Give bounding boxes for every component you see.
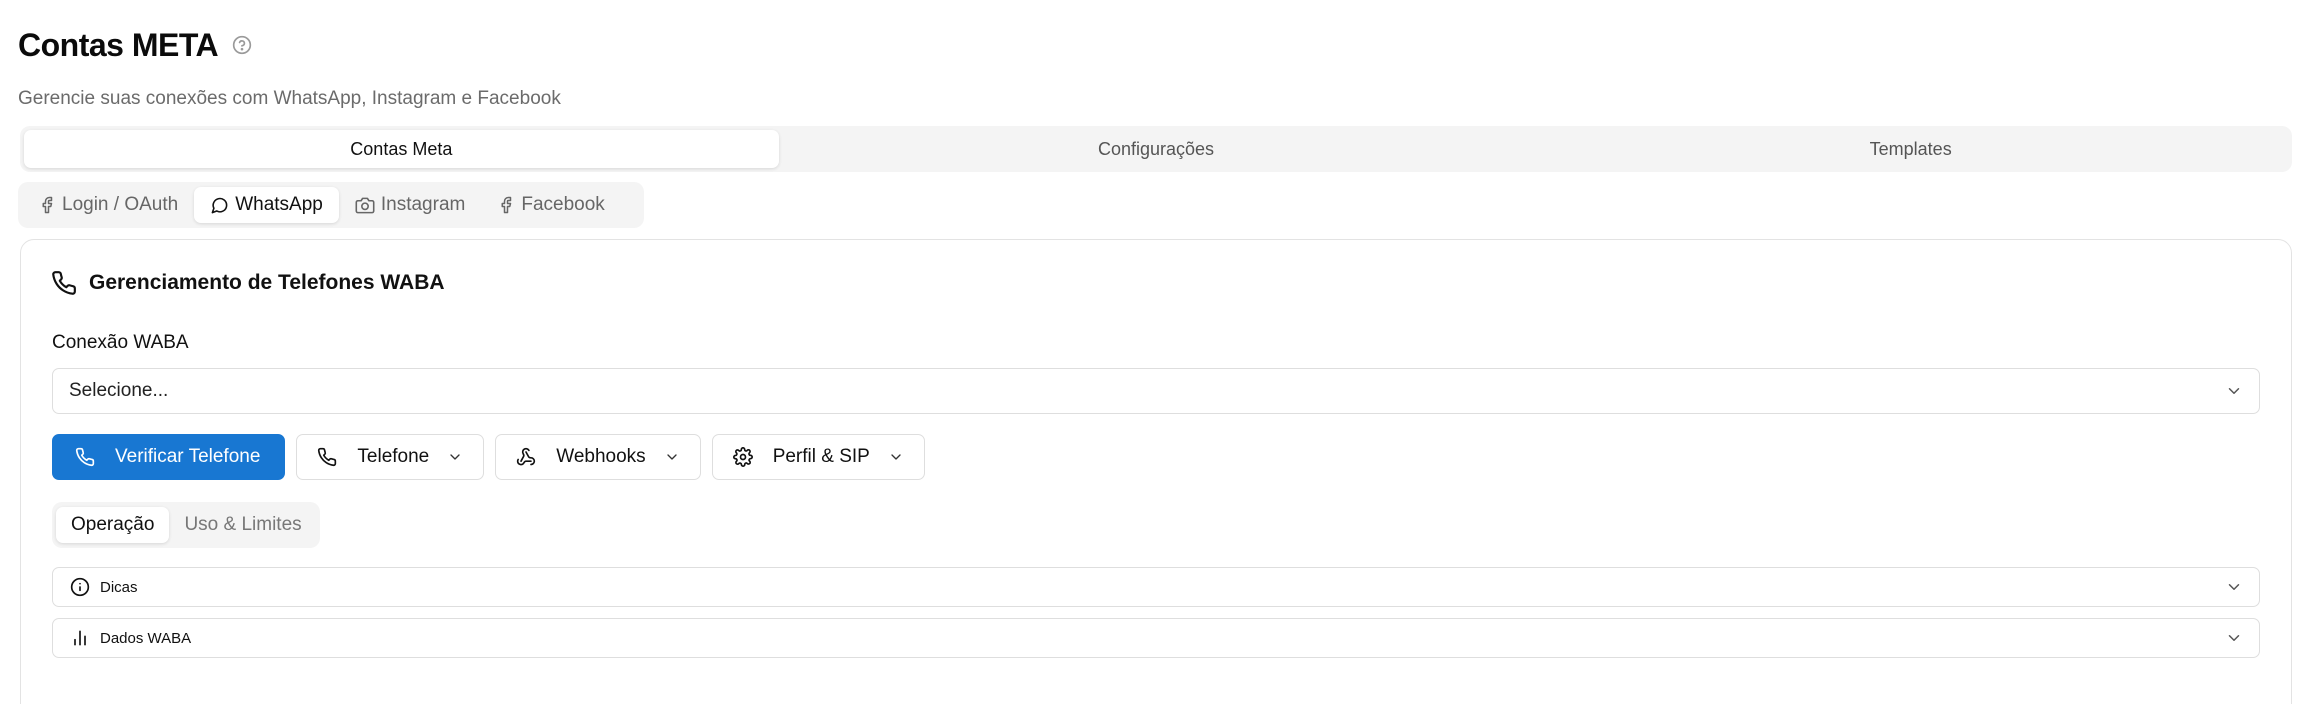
phone-icon [75, 447, 95, 467]
phone-menu-label: Telefone [357, 446, 430, 467]
waba-phones-card: Gerenciamento de Telefones WABA Conexão … [20, 239, 2292, 704]
profile-sip-menu-label: Perfil & SIP [772, 446, 870, 467]
tab-contas-meta[interactable]: Contas Meta [24, 130, 779, 168]
accordion-dicas-label: Dicas [100, 578, 138, 596]
message-circle-icon [211, 197, 228, 213]
tab-facebook-label: Facebook [521, 194, 605, 215]
gear-icon [732, 447, 753, 467]
profile-sip-menu-button[interactable]: Perfil & SIP [711, 434, 925, 480]
waba-connection-select[interactable]: Selecione... [52, 368, 2260, 414]
verify-phone-button[interactable]: Verificar Telefone [52, 434, 286, 480]
verify-phone-label: Verificar Telefone [115, 446, 261, 467]
accordion-dicas[interactable]: Dicas [52, 567, 2260, 607]
waba-connection-label: Conexão WABA [52, 332, 189, 353]
help-circle-icon[interactable] [232, 35, 252, 55]
chevron-down-icon [2228, 388, 2240, 394]
tab-login-oauth-label: Login / OAuth [62, 194, 179, 215]
facebook-icon [501, 196, 512, 214]
tab-configuracoes[interactable]: Configurações [779, 130, 1534, 168]
tab-facebook[interactable]: Facebook [481, 187, 620, 223]
phone-menu-button[interactable]: Telefone [296, 434, 485, 480]
card-title-text: Gerenciamento de Telefones WABA [89, 271, 445, 294]
page-header: Contas META Gerencie suas conexões com W… [18, 24, 1218, 110]
tab-whatsapp-label: WhatsApp [235, 194, 323, 215]
chevron-down-icon [2228, 635, 2240, 641]
accordion-dados-waba[interactable]: Dados WABA [52, 618, 2260, 658]
tab-uso-limites[interactable]: Uso & Limites [169, 507, 316, 543]
card-title: Gerenciamento de Telefones WABA [51, 270, 445, 296]
facebook-icon [42, 196, 53, 214]
tab-instagram-label: Instagram [380, 194, 466, 215]
tab-whatsapp[interactable]: WhatsApp [194, 187, 339, 223]
waba-connection-value: Selecione... [69, 380, 169, 401]
tab-instagram[interactable]: Instagram [339, 187, 481, 223]
chevron-down-icon [2228, 584, 2240, 590]
tab-operacao[interactable]: Operação [56, 507, 170, 543]
bar-chart-icon [74, 630, 86, 646]
tab-templates[interactable]: Templates [1533, 130, 2288, 168]
channel-tab-bar: Login / OAuth WhatsApp Instagram Faceboo… [18, 182, 644, 228]
chevron-down-icon [667, 454, 677, 460]
camera-icon [355, 197, 375, 213]
webhooks-menu-label: Webhooks [556, 446, 646, 467]
action-bar: Verificar Telefone Telefone Webhooks Per… [52, 434, 925, 480]
page-title: Contas META [18, 26, 219, 63]
chevron-down-icon [891, 454, 901, 460]
title-row: Contas META [18, 24, 1218, 66]
webhook-icon [517, 447, 536, 466]
accordion-dados-waba-label: Dados WABA [100, 629, 192, 647]
tab-login-oauth[interactable]: Login / OAuth [22, 187, 194, 223]
accordion-dicas-header: Dicas [70, 577, 138, 597]
page-subtitle: Gerencie suas conexões com WhatsApp, Ins… [18, 88, 561, 109]
webhooks-menu-button[interactable]: Webhooks [495, 434, 701, 480]
phone-icon [52, 271, 76, 295]
main-tab-bar: Contas Meta Configurações Templates [20, 126, 2292, 172]
chevron-down-icon [450, 454, 460, 460]
phone-icon [318, 447, 337, 467]
operation-tab-bar: Operação Uso & Limites [52, 502, 320, 548]
accordion-dados-waba-header: Dados WABA [70, 628, 191, 648]
info-icon [70, 577, 90, 597]
